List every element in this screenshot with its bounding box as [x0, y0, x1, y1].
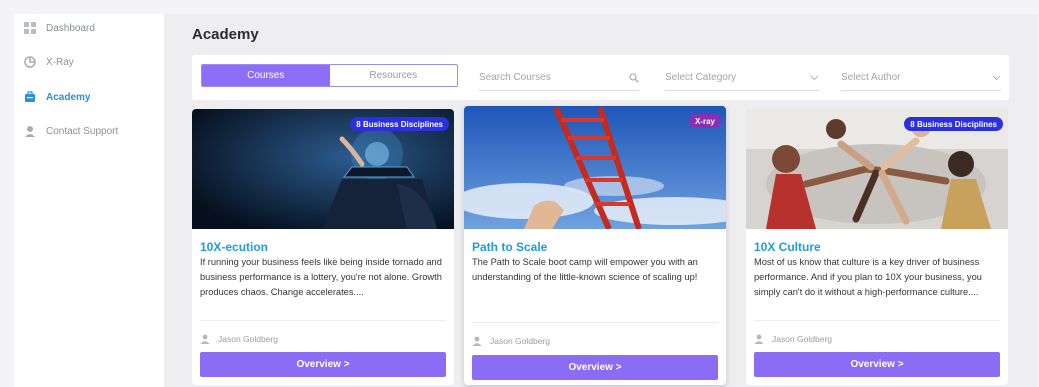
category-badge: 8 Business Disciplines [904, 117, 1003, 131]
card-divider [200, 320, 446, 321]
search-input[interactable]: Search Courses [479, 65, 639, 91]
tab-resources[interactable]: Resources [329, 65, 457, 86]
sidebar-item-xray[interactable]: X-Ray [24, 56, 74, 68]
sidebar-item-contact-support[interactable]: Contact Support [24, 125, 118, 137]
user-icon [754, 334, 764, 344]
support-icon [24, 125, 36, 137]
course-author: Jason Goldberg [472, 336, 550, 346]
card-divider [472, 322, 718, 323]
course-image [464, 106, 726, 229]
user-icon [472, 336, 482, 346]
category-badge: 8 Business Disciplines [350, 117, 449, 131]
user-icon [200, 334, 210, 344]
course-card[interactable]: 8 Business Disciplines 10X Culture Most … [746, 109, 1008, 385]
page-title: Academy [192, 26, 259, 43]
tab-switcher: Courses Resources [201, 64, 458, 87]
sidebar-item-label: Contact Support [46, 125, 119, 137]
overview-button[interactable]: Overview > [200, 352, 446, 377]
author-name: Jason Goldberg [772, 334, 833, 344]
author-select[interactable]: Select Author [841, 65, 1001, 91]
category-select[interactable]: Select Category [665, 65, 819, 91]
course-title[interactable]: 10X-ecution [200, 240, 268, 254]
author-name: Jason Goldberg [490, 336, 551, 346]
category-badge: X-ray [688, 114, 721, 128]
xray-icon [24, 56, 36, 68]
chevron-down-icon [992, 75, 1001, 80]
course-title[interactable]: Path to Scale [472, 240, 547, 254]
overview-button[interactable]: Overview > [472, 355, 718, 380]
overview-button[interactable]: Overview > [754, 352, 1000, 377]
sidebar-item-label: Academy [46, 91, 91, 103]
filter-toolbar: Courses Resources Search Courses Select … [192, 55, 1009, 100]
dashboard-icon [24, 22, 36, 34]
sidebar-item-label: Dashboard [46, 22, 95, 34]
course-description: If running your business feels like bein… [200, 257, 442, 297]
sidebar: Dashboard X-Ray Academy Contact Support [14, 14, 164, 387]
course-author: Jason Goldberg [754, 334, 832, 344]
course-card[interactable]: X-ray Path to Scale The Path to Scale bo… [464, 106, 726, 385]
author-placeholder: Select Author [841, 72, 901, 83]
search-icon [629, 72, 639, 83]
main-content: Academy Courses Resources Search Courses… [164, 14, 1037, 387]
tab-courses[interactable]: Courses [202, 65, 330, 86]
course-description: Most of us know that culture is a key dr… [754, 257, 982, 297]
sidebar-item-academy[interactable]: Academy [24, 91, 90, 103]
chevron-down-icon [810, 75, 819, 80]
category-placeholder: Select Category [665, 72, 737, 83]
academy-icon [24, 91, 36, 103]
card-divider [754, 320, 1000, 321]
course-card[interactable]: 8 Business Disciplines 10X-ecution If ru… [192, 109, 454, 385]
sidebar-item-label: X-Ray [46, 56, 74, 68]
search-placeholder: Search Courses [479, 72, 551, 83]
sidebar-item-dashboard[interactable]: Dashboard [24, 22, 95, 34]
course-title[interactable]: 10X Culture [754, 240, 821, 254]
author-name: Jason Goldberg [218, 334, 279, 344]
course-description: The Path to Scale boot camp will empower… [472, 257, 698, 282]
course-author: Jason Goldberg [200, 334, 278, 344]
